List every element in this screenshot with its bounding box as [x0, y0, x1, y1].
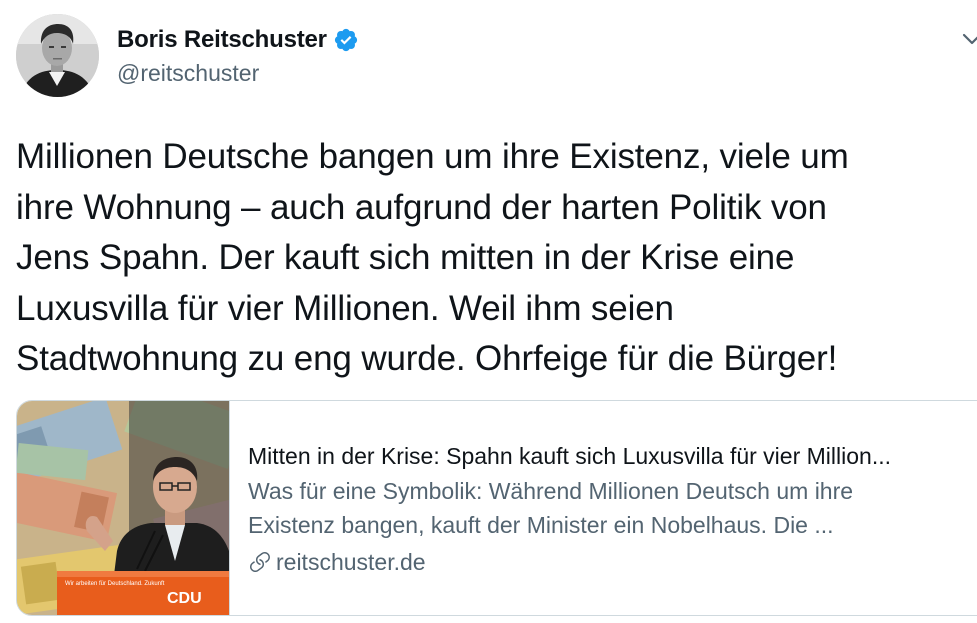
author-name[interactable]: Boris Reitschuster — [117, 26, 327, 54]
link-preview-card[interactable]: Wir arbeiten für Deutschland. Zukunft CD… — [16, 400, 977, 616]
author-name-row[interactable]: Boris Reitschuster — [117, 26, 359, 54]
podium-small-text: Wir arbeiten für Deutschland. Zukunft — [65, 581, 165, 587]
card-domain-row[interactable]: reitschuster.de — [248, 545, 968, 579]
tweet-text: Millionen Deutsche bangen um ihre Existe… — [16, 132, 966, 385]
tweet-text-line: ihre Wohnung – auch aufgrund der harten … — [16, 187, 827, 227]
card-domain[interactable]: reitschuster.de — [276, 545, 426, 579]
link-icon — [248, 550, 272, 574]
verified-badge-icon — [333, 27, 359, 53]
tweet-text-line: Jens Spahn. Der kauft sich mitten in der… — [16, 238, 795, 277]
card-body[interactable]: Mitten in der Krise: Spahn kauft sich Lu… — [248, 439, 968, 579]
card-description-line: Was für eine Symbolik: Während Millionen… — [248, 478, 854, 504]
tweet-text-line: Luxusvilla für vier Millionen. Weil ihm … — [16, 288, 674, 328]
card-thumbnail: Wir arbeiten für Deutschland. Zukunft CD… — [17, 401, 230, 615]
tweet-text-line: Millionen Deutsche bangen um ihre Existe… — [16, 137, 849, 176]
avatar[interactable] — [16, 14, 99, 97]
podium-cdu-label: CDU — [167, 590, 202, 607]
chevron-down-icon[interactable] — [961, 28, 977, 50]
author-handle[interactable]: @reitschuster — [117, 60, 259, 87]
card-description: Was für eine Symbolik: Während Millionen… — [248, 474, 968, 542]
tweet-text-line: Stadtwohnung zu eng wurde. Ohrfeige für … — [16, 339, 838, 378]
tweet: Boris Reitschuster @reitschuster Million… — [0, 0, 977, 623]
card-title[interactable]: Mitten in der Krise: Spahn kauft sich Lu… — [248, 439, 968, 473]
avatar-photo — [16, 14, 99, 97]
card-description-line: Existenz bangen, kauft der Minister ein … — [248, 512, 834, 538]
